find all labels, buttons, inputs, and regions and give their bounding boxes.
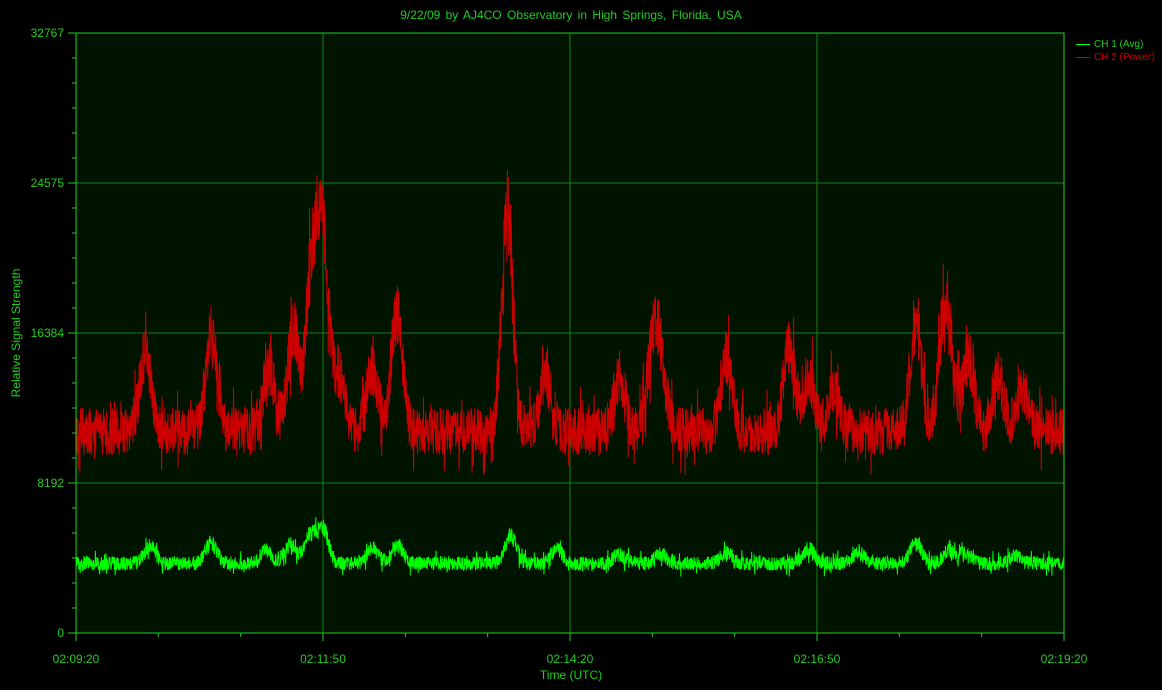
y-tick-label: 8192 (37, 476, 64, 490)
y-tick-label: 0 (57, 626, 64, 640)
legend-item-ch2: CH 2 (Power) (1076, 51, 1155, 64)
y-axis-label: Relative Signal Strength (9, 268, 23, 398)
legend: CH 1 (Avg) CH 2 (Power) (1076, 38, 1155, 64)
x-tick-label: 02:14:20 (547, 652, 594, 666)
y-tick-label: 16384 (31, 326, 65, 340)
chart: 0 8192 16384 24575 32767 02:09:20 02:11:50 02:1… (31, 26, 1088, 666)
legend-item-ch1: CH 1 (Avg) (1076, 38, 1155, 51)
legend-swatch-ch2 (1076, 57, 1090, 58)
legend-label-ch2: CH 2 (Power) (1094, 52, 1155, 63)
x-tick-label: 02:16:50 (794, 652, 841, 666)
x-tick-label: 02:09:20 (53, 652, 100, 666)
x-axis-label: Time (UTC) (539, 668, 603, 682)
chart-title: 9/22/09 by AJ4CO Observatory in High Spr… (400, 8, 742, 22)
legend-label-ch1: CH 1 (Avg) (1094, 39, 1144, 50)
legend-swatch-ch1 (1076, 44, 1090, 45)
y-tick-label: 32767 (31, 26, 65, 40)
x-tick-label: 02:19:20 (1041, 652, 1088, 666)
y-tick-label: 24575 (31, 176, 65, 190)
x-tick-label: 02:11:50 (300, 652, 346, 666)
